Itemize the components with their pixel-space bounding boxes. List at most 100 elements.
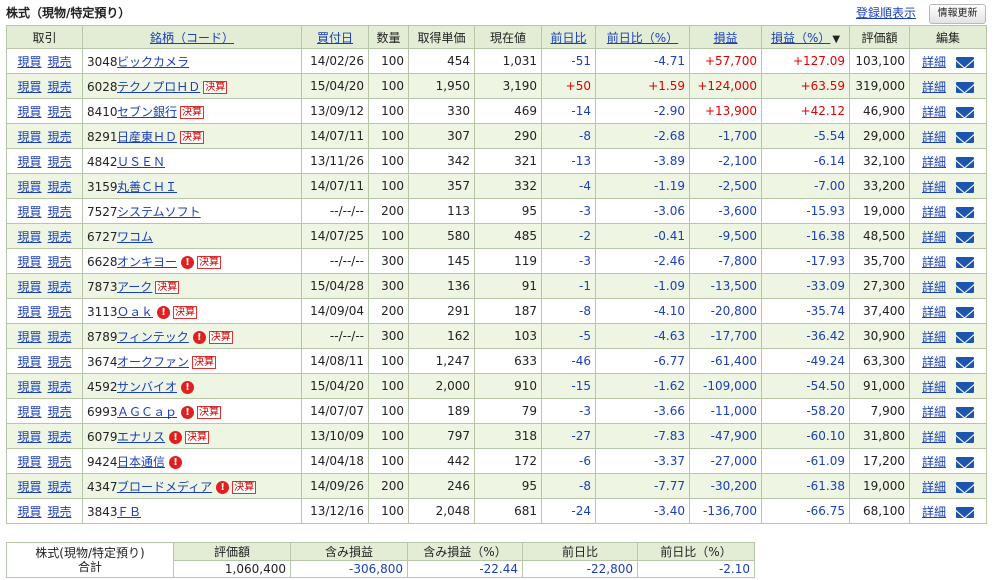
- detail-link[interactable]: 詳細: [922, 255, 946, 269]
- sell-link[interactable]: 現売: [48, 480, 72, 494]
- detail-link[interactable]: 詳細: [922, 305, 946, 319]
- col-header-change[interactable]: 前日比: [541, 25, 596, 49]
- mail-icon[interactable]: [956, 331, 974, 343]
- sell-link[interactable]: 現売: [48, 355, 72, 369]
- col-header-date[interactable]: 買付日: [301, 25, 369, 49]
- mail-icon[interactable]: [956, 281, 974, 293]
- refresh-button[interactable]: 情報更新: [929, 4, 986, 24]
- detail-link[interactable]: 詳細: [922, 505, 946, 519]
- detail-link[interactable]: 詳細: [922, 380, 946, 394]
- stock-name-link[interactable]: ブロードメディア: [117, 480, 212, 494]
- mail-icon[interactable]: [956, 106, 974, 118]
- detail-link[interactable]: 詳細: [922, 280, 946, 294]
- detail-link[interactable]: 詳細: [922, 205, 946, 219]
- sell-link[interactable]: 現売: [48, 255, 72, 269]
- mail-icon[interactable]: [956, 456, 974, 468]
- stock-name-link[interactable]: システムソフト: [117, 205, 201, 219]
- buy-link[interactable]: 現買: [17, 405, 41, 419]
- sell-link[interactable]: 現売: [48, 180, 72, 194]
- alert-icon[interactable]: !: [157, 305, 171, 319]
- alert-icon[interactable]: !: [192, 330, 206, 344]
- col-header-name[interactable]: 銘柄（コード）: [82, 25, 302, 49]
- stock-name-link[interactable]: エナリス: [117, 430, 165, 444]
- stock-name-link[interactable]: Ｏａｋ: [117, 305, 153, 319]
- mail-icon[interactable]: [956, 81, 974, 93]
- mail-icon[interactable]: [956, 431, 974, 443]
- stock-name-link[interactable]: テクノプロＨＤ: [117, 80, 200, 94]
- sell-link[interactable]: 現売: [48, 405, 72, 419]
- detail-link[interactable]: 詳細: [922, 405, 946, 419]
- stock-name-link[interactable]: ＵＳＥＮ: [117, 155, 165, 169]
- buy-link[interactable]: 現買: [17, 255, 41, 269]
- stock-name-link[interactable]: ＡＧＣａｐ: [117, 405, 177, 419]
- mail-icon[interactable]: [956, 156, 974, 168]
- sell-link[interactable]: 現売: [48, 230, 72, 244]
- alert-icon[interactable]: !: [181, 405, 195, 419]
- alert-icon[interactable]: !: [169, 455, 183, 469]
- mail-icon[interactable]: [956, 406, 974, 418]
- detail-link[interactable]: 詳細: [922, 230, 946, 244]
- alert-icon[interactable]: !: [169, 430, 183, 444]
- registration-order-link[interactable]: 登録順表示: [856, 4, 916, 21]
- buy-link[interactable]: 現買: [17, 330, 41, 344]
- sell-link[interactable]: 現売: [48, 155, 72, 169]
- alert-icon[interactable]: !: [181, 255, 195, 269]
- mail-icon[interactable]: [956, 506, 974, 518]
- sell-link[interactable]: 現売: [48, 380, 72, 394]
- detail-link[interactable]: 詳細: [922, 155, 946, 169]
- stock-name-link[interactable]: サンバイオ: [117, 380, 177, 394]
- detail-link[interactable]: 詳細: [922, 80, 946, 94]
- mail-icon[interactable]: [956, 481, 974, 493]
- stock-name-link[interactable]: 丸善ＣＨＩ: [117, 180, 177, 194]
- detail-link[interactable]: 詳細: [922, 55, 946, 69]
- alert-icon[interactable]: !: [216, 480, 230, 494]
- buy-link[interactable]: 現買: [17, 505, 41, 519]
- stock-name-link[interactable]: オークファン: [117, 355, 189, 369]
- buy-link[interactable]: 現買: [17, 480, 41, 494]
- mail-icon[interactable]: [956, 206, 974, 218]
- sell-link[interactable]: 現売: [48, 205, 72, 219]
- detail-link[interactable]: 詳細: [922, 130, 946, 144]
- buy-link[interactable]: 現買: [17, 230, 41, 244]
- mail-icon[interactable]: [956, 56, 974, 68]
- stock-name-link[interactable]: 日本通信: [117, 455, 165, 469]
- stock-name-link[interactable]: オンキヨー: [117, 255, 177, 269]
- buy-link[interactable]: 現買: [17, 130, 41, 144]
- sell-link[interactable]: 現売: [48, 80, 72, 94]
- buy-link[interactable]: 現買: [17, 55, 41, 69]
- mail-icon[interactable]: [956, 356, 974, 368]
- buy-link[interactable]: 現買: [17, 430, 41, 444]
- sell-link[interactable]: 現売: [48, 330, 72, 344]
- sell-link[interactable]: 現売: [48, 430, 72, 444]
- sell-link[interactable]: 現売: [48, 105, 72, 119]
- detail-link[interactable]: 詳細: [922, 180, 946, 194]
- buy-link[interactable]: 現買: [17, 355, 41, 369]
- detail-link[interactable]: 詳細: [922, 330, 946, 344]
- buy-link[interactable]: 現買: [17, 305, 41, 319]
- detail-link[interactable]: 詳細: [922, 455, 946, 469]
- mail-icon[interactable]: [956, 306, 974, 318]
- alert-icon[interactable]: !: [181, 380, 195, 394]
- stock-name-link[interactable]: セブン銀行: [117, 105, 177, 119]
- buy-link[interactable]: 現買: [17, 80, 41, 94]
- stock-name-link[interactable]: ビックカメラ: [117, 55, 189, 69]
- stock-name-link[interactable]: ワコム: [117, 230, 153, 244]
- sell-link[interactable]: 現売: [48, 55, 72, 69]
- sell-link[interactable]: 現売: [48, 305, 72, 319]
- stock-name-link[interactable]: 日産東ＨＤ: [117, 130, 177, 144]
- mail-icon[interactable]: [956, 231, 974, 243]
- detail-link[interactable]: 詳細: [922, 430, 946, 444]
- buy-link[interactable]: 現買: [17, 105, 41, 119]
- sell-link[interactable]: 現売: [48, 280, 72, 294]
- stock-name-link[interactable]: アーク: [117, 280, 152, 294]
- detail-link[interactable]: 詳細: [922, 105, 946, 119]
- buy-link[interactable]: 現買: [17, 205, 41, 219]
- col-header-pl-pct[interactable]: 損益（%） ▼: [761, 25, 850, 49]
- col-header-change-pct[interactable]: 前日比（%）: [595, 25, 690, 49]
- mail-icon[interactable]: [956, 131, 974, 143]
- buy-link[interactable]: 現買: [17, 280, 41, 294]
- buy-link[interactable]: 現買: [17, 180, 41, 194]
- mail-icon[interactable]: [956, 181, 974, 193]
- buy-link[interactable]: 現買: [17, 155, 41, 169]
- sell-link[interactable]: 現売: [48, 505, 72, 519]
